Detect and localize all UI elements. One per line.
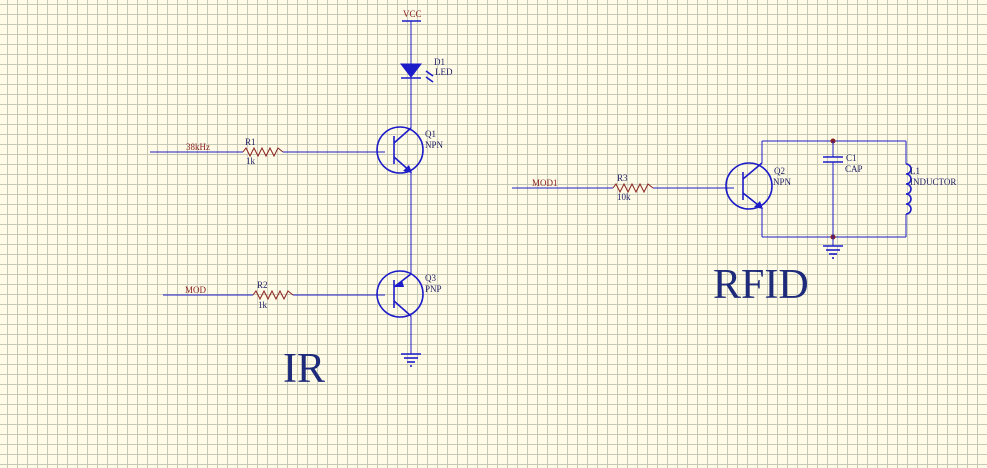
q1-value: NPN <box>425 140 444 150</box>
r1-designator: R1 <box>245 137 256 147</box>
led-triangle-icon <box>399 63 423 78</box>
d1-value: LED <box>435 67 453 77</box>
transistor-q1[interactable]: Q1 NPN <box>376 126 444 174</box>
ir-ground-symbol[interactable] <box>401 316 421 367</box>
capacitor-c1[interactable]: C1 CAP <box>823 141 863 237</box>
r2-value: 1k <box>258 300 268 310</box>
mod1-input-net-label: MOD1 <box>532 178 558 188</box>
r2-zigzag-icon <box>252 289 294 301</box>
rfid-circuit: MOD1 R3 10k Q2 NPN C1 CAP L1 INDUCTOR RF… <box>512 138 956 308</box>
transistor-q3[interactable]: Q3 PNP <box>376 270 442 318</box>
schematic-canvas: VCC D1 LED 38kHz R1 1k Q1 NPN MOD R2 1k … <box>150 9 956 392</box>
c1-value: CAP <box>845 164 863 174</box>
mod-input-net-label: MOD <box>185 285 207 295</box>
rfid-ground-symbol[interactable] <box>823 237 843 259</box>
r1-zigzag-icon <box>242 146 284 158</box>
inductor-l1[interactable]: L1 INDUCTOR <box>905 163 956 215</box>
q3-value: PNP <box>425 284 442 294</box>
ir-section-title: IR <box>283 346 325 392</box>
transistor-q2[interactable]: Q2 NPN <box>725 162 792 210</box>
ir-circuit: VCC D1 LED 38kHz R1 1k Q1 NPN MOD R2 1k … <box>150 9 453 392</box>
resistor-r2[interactable]: MOD R2 1k <box>163 280 385 310</box>
led-d1[interactable]: D1 LED <box>399 21 453 128</box>
led-emission-arrow-icon <box>425 70 434 77</box>
r1-value: 1k <box>246 156 256 166</box>
vcc-power-port[interactable]: VCC <box>402 9 422 22</box>
q3-collector <box>393 300 412 317</box>
q1-body <box>376 126 424 174</box>
q1-designator: Q1 <box>425 129 436 139</box>
q2-collector <box>742 162 763 180</box>
q2-value: NPN <box>773 177 792 187</box>
q3-designator: Q3 <box>425 273 436 283</box>
l1-designator: L1 <box>910 166 920 176</box>
c1-designator: C1 <box>846 153 857 163</box>
rfid-section-title: RFID <box>713 262 809 308</box>
resistor-r3[interactable]: MOD1 R3 10k <box>512 173 734 202</box>
q2-designator: Q2 <box>774 166 785 176</box>
r3-designator: R3 <box>617 173 628 183</box>
freq-input-net-label: 38kHz <box>186 142 210 152</box>
r3-zigzag-icon <box>612 182 654 194</box>
l1-value: INDUCTOR <box>910 177 956 187</box>
r2-designator: R2 <box>257 280 268 290</box>
q2-body <box>725 162 773 210</box>
vcc-label: VCC <box>403 9 422 19</box>
d1-designator: D1 <box>434 57 445 67</box>
q3-body <box>376 270 424 318</box>
r3-value: 10k <box>617 192 631 202</box>
lc-tank-wiring <box>761 138 907 240</box>
q1-collector <box>393 127 412 144</box>
led-emission-arrow-icon <box>425 76 434 83</box>
resistor-r1[interactable]: 38kHz R1 1k <box>150 137 385 166</box>
